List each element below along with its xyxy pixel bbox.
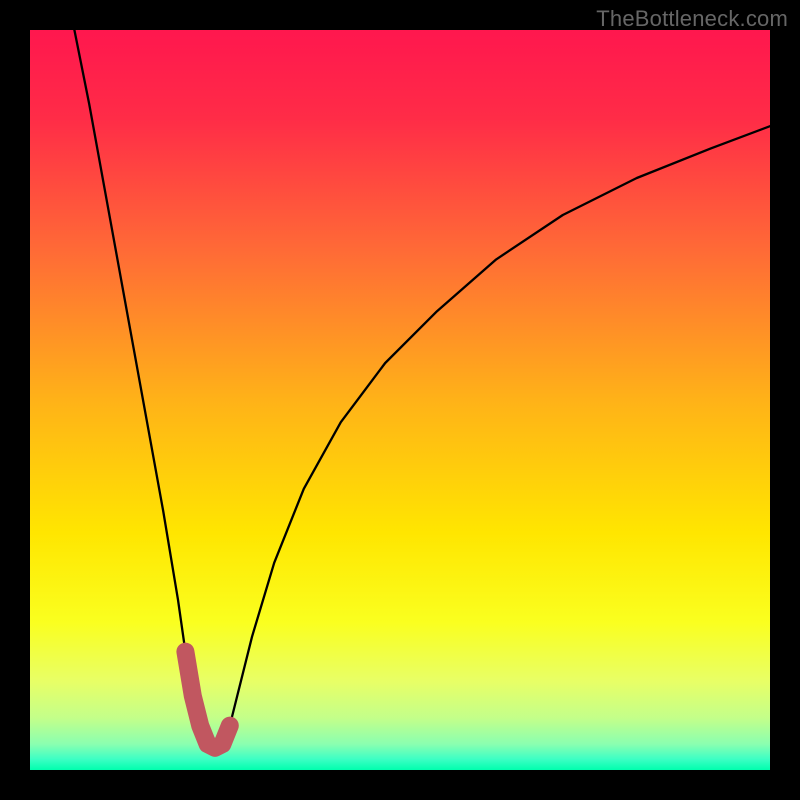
gradient-rect <box>30 30 770 770</box>
watermark-label: TheBottleneck.com <box>596 6 788 32</box>
heatmap-gradient-background <box>30 30 770 770</box>
plot-area <box>30 30 770 770</box>
chart-frame: TheBottleneck.com <box>0 0 800 800</box>
